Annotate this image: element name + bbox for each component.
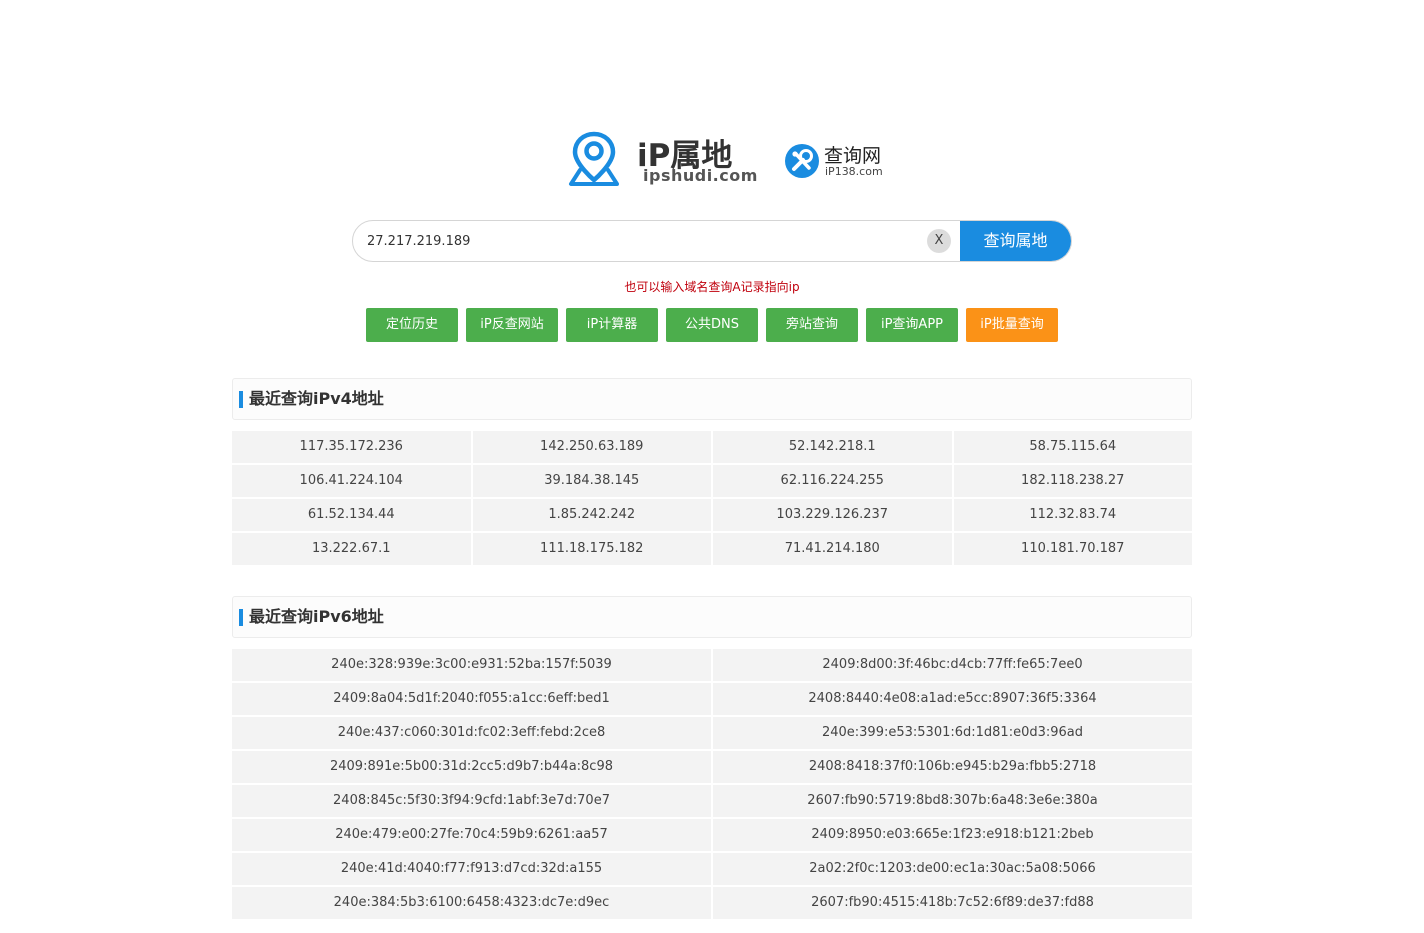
side-site-lookup-button[interactable]: 旁站查询 [766, 308, 858, 342]
ipv6-address-link[interactable]: 2409:891e:5b00:31d:2cc5:d9b7:b44a:8c98 [232, 751, 711, 783]
ipv4-list: 117.35.172.236 142.250.63.189 52.142.218.1… [232, 431, 1192, 565]
ip-batch-query-button[interactable]: iP批量查询 [966, 308, 1058, 342]
ipv6-address-link[interactable]: 2408:8418:37f0:106b:e945:b29a:fbb5:2718 [713, 751, 1192, 783]
ipv4-address-link[interactable]: 112.32.83.74 [953, 499, 1192, 531]
ipv4-address-link[interactable]: 110.181.70.187 [953, 533, 1192, 565]
ipv4-address-link[interactable]: 142.250.63.189 [472, 431, 711, 463]
ipv6-address-link[interactable]: 240e:384:5b3:6100:6458:4323:dc7e:d9ec [232, 887, 711, 919]
wrench-icon [785, 144, 819, 178]
search-button[interactable]: 查询属地 [960, 221, 1071, 261]
ipv4-address-link[interactable]: 1.85.242.242 [472, 499, 711, 531]
ipv6-address-link[interactable]: 240e:399:e53:5301:6d:1d81:e0d3:96ad [713, 717, 1192, 749]
ipv6-address-link[interactable]: 240e:41d:4040:f77:f913:d7cd:32d:a155 [232, 853, 711, 885]
tool-buttons: 定位历史 iP反查网站 iP计算器 公共DNS 旁站查询 iP查询APP iP批… [366, 308, 1066, 342]
ipv4-address-link[interactable]: 182.118.238.27 [953, 465, 1192, 497]
ipv4-address-link[interactable]: 117.35.172.236 [232, 431, 471, 463]
ipv6-address-link[interactable]: 2409:8950:e03:665e:1f23:e918:b121:2beb [713, 819, 1192, 851]
partner-name: 查询网 [824, 145, 882, 167]
ipv6-address-link[interactable]: 2409:8d00:3f:46bc:d4cb:77ff:fe65:7ee0 [713, 649, 1192, 681]
ipv4-section-title: 最近查询iPv4地址 [249, 389, 384, 408]
section-accent-bar [239, 391, 243, 408]
public-dns-button[interactable]: 公共DNS [666, 308, 758, 342]
ip-query-app-button[interactable]: iP查询APP [866, 308, 958, 342]
location-history-button[interactable]: 定位历史 [366, 308, 458, 342]
ip-calculator-button[interactable]: iP计算器 [566, 308, 658, 342]
partner-domain: iP138.com [825, 165, 883, 178]
ipv4-address-link[interactable]: 111.18.175.182 [472, 533, 711, 565]
ipv4-address-link[interactable]: 52.142.218.1 [713, 431, 952, 463]
search-input[interactable] [367, 221, 927, 261]
ipv6-address-link[interactable]: 240e:328:939e:3c00:e931:52ba:157f:5039 [232, 649, 711, 681]
ipv6-address-link[interactable]: 2408:845c:5f30:3f94:9cfd:1abf:3e7d:70e7 [232, 785, 711, 817]
partner-logo[interactable]: 查询网 iP138.com [784, 141, 904, 181]
ipv6-list: 240e:328:939e:3c00:e931:52ba:157f:5039 24… [232, 649, 1192, 919]
close-icon: X [934, 233, 944, 248]
header-logos: iP属地 ipshudi.com 查询网 iP138.com [566, 128, 896, 190]
ipv6-address-link[interactable]: 2607:fb90:4515:418b:7c52:6f89:de37:fd88 [713, 887, 1192, 919]
ipv6-section-title: 最近查询iPv6地址 [249, 607, 384, 626]
site-logo[interactable]: iP属地 ipshudi.com [566, 128, 758, 190]
search-hint: 也可以输入域名查询A记录指向ip [624, 280, 800, 294]
ipv4-address-link[interactable]: 58.75.115.64 [953, 431, 1192, 463]
ipv4-address-link[interactable]: 103.229.126.237 [713, 499, 952, 531]
ipv6-address-link[interactable]: 2607:fb90:5719:8bd8:307b:6a48:3e6e:380a [713, 785, 1192, 817]
ipv6-address-link[interactable]: 2a02:2f0c:1203:de00:ec1a:30ac:5a08:5066 [713, 853, 1192, 885]
ipv4-address-link[interactable]: 13.222.67.1 [232, 533, 471, 565]
ipv6-address-link[interactable]: 2408:8440:4e08:a1ad:e5cc:8907:36f5:3364 [713, 683, 1192, 715]
search-bar: X 查询属地 [352, 220, 1072, 262]
logo-domain: ipshudi.com [643, 166, 758, 185]
ipv4-address-link[interactable]: 71.41.214.180 [713, 533, 952, 565]
ipv6-section-header: 最近查询iPv6地址 [232, 596, 1192, 638]
ipv4-address-link[interactable]: 62.116.224.255 [713, 465, 952, 497]
ipv4-address-link[interactable]: 61.52.134.44 [232, 499, 471, 531]
section-accent-bar [239, 609, 243, 626]
ipv4-section-header: 最近查询iPv4地址 [232, 378, 1192, 420]
ipv6-address-link[interactable]: 2409:8a04:5d1f:2040:f055:a1cc:6eff:bed1 [232, 683, 711, 715]
location-pin-icon [569, 131, 619, 186]
ipv4-address-link[interactable]: 39.184.38.145 [472, 465, 711, 497]
ip-reverse-lookup-button[interactable]: iP反查网站 [466, 308, 558, 342]
ipv4-address-link[interactable]: 106.41.224.104 [232, 465, 471, 497]
clear-button[interactable]: X [927, 229, 951, 253]
ipv6-address-link[interactable]: 240e:479:e00:27fe:70c4:59b9:6261:aa57 [232, 819, 711, 851]
ipv6-address-link[interactable]: 240e:437:c060:301d:fc02:3eff:febd:2ce8 [232, 717, 711, 749]
